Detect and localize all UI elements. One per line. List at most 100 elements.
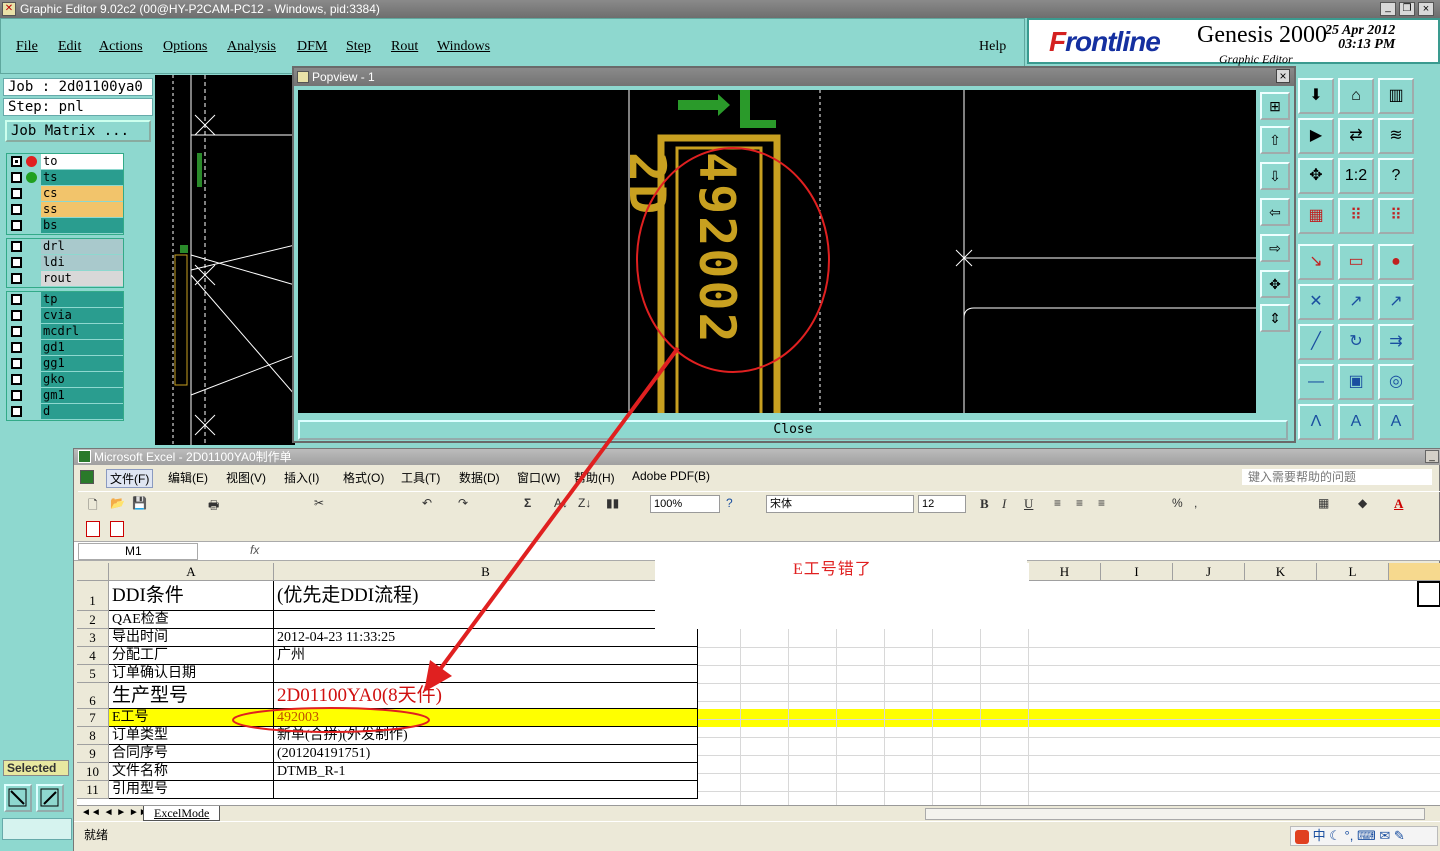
layer-name[interactable]: gm1 — [41, 388, 123, 403]
help-icon[interactable]: ? — [726, 496, 733, 510]
menu-windows[interactable]: Windows — [437, 39, 490, 55]
excel-menu-format[interactable]: 格式(O) — [343, 469, 384, 486]
job-matrix-button[interactable]: Job Matrix ... — [5, 120, 151, 142]
layer-checkbox[interactable] — [11, 172, 22, 183]
tool-button-icon[interactable]: ▦ — [1298, 198, 1334, 234]
cell-b[interactable]: 广州 — [274, 647, 698, 665]
cell-b[interactable]: 2D01100YA0(8天件) — [274, 683, 698, 709]
chart-wizard-icon[interactable]: ▮▮ — [606, 496, 619, 510]
tool-button-icon[interactable]: A — [1338, 404, 1374, 440]
layer-checkbox[interactable] — [11, 358, 22, 369]
font-color-icon[interactable]: A — [1394, 496, 1403, 512]
layer-checkbox[interactable] — [11, 326, 22, 337]
menu-rout[interactable]: Rout — [391, 39, 418, 55]
cell-a[interactable]: DDI条件 — [109, 581, 274, 611]
sort-descending-icon[interactable]: Z↓ — [578, 496, 591, 510]
cell-a[interactable]: QAE检查 — [109, 611, 274, 629]
tool-button-icon[interactable]: — — [1298, 364, 1334, 400]
cell-a[interactable]: 订单类型 — [109, 727, 274, 745]
excel-menu-insert[interactable]: 插入(I) — [284, 469, 319, 486]
layer-name[interactable]: ts — [41, 170, 123, 185]
tool-button-icon[interactable]: ⠿ — [1378, 198, 1414, 234]
align-center-icon[interactable]: ≡ — [1076, 496, 1083, 510]
column-header[interactable]: L — [1317, 563, 1389, 581]
cell-b[interactable]: DTMB_R-1 — [274, 763, 698, 781]
layer-name[interactable]: cvia — [41, 308, 123, 323]
menu-file[interactable]: File — [16, 39, 38, 55]
name-box[interactable]: M1 — [78, 543, 198, 560]
popview-close-button[interactable]: Close — [298, 420, 1288, 440]
menu-options[interactable]: Options — [163, 39, 207, 55]
menu-actions[interactable]: Actions — [99, 39, 143, 55]
row-header[interactable]: 7 — [77, 709, 109, 727]
zoom-combo[interactable]: 100% — [650, 495, 720, 513]
menu-help[interactable]: Help — [979, 39, 1006, 55]
horizontal-scrollbar[interactable] — [925, 808, 1425, 820]
excel-menu-adobe-pdf[interactable]: Adobe PDF(B) — [632, 469, 710, 483]
column-header[interactable]: A — [109, 563, 274, 581]
column-header[interactable]: I — [1101, 563, 1173, 581]
row-header[interactable]: 9 — [77, 745, 109, 763]
row-header[interactable]: 8 — [77, 727, 109, 745]
layer-name[interactable]: to — [41, 154, 123, 169]
open-icon[interactable]: 📂 — [110, 496, 125, 510]
excel-menu-file[interactable]: 文件(F) — [106, 469, 154, 488]
row-header[interactable]: 5 — [77, 665, 109, 683]
layer-checkbox[interactable] — [11, 374, 22, 385]
excel-menu-window[interactable]: 窗口(W) — [517, 469, 560, 486]
layer-checkbox[interactable] — [11, 406, 22, 417]
zoom-fit-button[interactable] — [36, 784, 64, 812]
tool-button-icon[interactable]: ▶ — [1298, 118, 1334, 154]
layer-checkbox[interactable] — [11, 310, 22, 321]
excel-menu-help[interactable]: 帮助(H) — [574, 469, 615, 486]
excel-minimize-icon[interactable]: _ — [1425, 450, 1439, 463]
row-header[interactable]: 1 — [77, 581, 109, 611]
cell-a[interactable]: 导出时间 — [109, 629, 274, 647]
layer-row[interactable]: mcdrl — [7, 324, 123, 340]
layer-name[interactable]: ldi — [41, 255, 123, 270]
tool-button-icon[interactable]: ? — [1378, 158, 1414, 194]
layer-name[interactable]: drl — [41, 239, 123, 254]
excel-menu-data[interactable]: 数据(D) — [459, 469, 500, 486]
new-icon[interactable]: 🗋 — [88, 496, 98, 517]
tool-button-icon[interactable]: ✕ — [1298, 284, 1334, 320]
cell-b[interactable] — [274, 781, 698, 799]
menu-analysis[interactable]: Analysis — [227, 39, 276, 55]
tool-button-icon[interactable]: ◎ — [1378, 364, 1414, 400]
layer-name[interactable]: gko — [41, 372, 123, 387]
fx-icon[interactable]: fx — [250, 543, 259, 557]
restore-icon[interactable]: ❐ — [1399, 2, 1415, 16]
tool-button-icon[interactable]: ⬇ — [1298, 78, 1334, 114]
zoom-box-button[interactable] — [4, 784, 32, 812]
tool-button-icon[interactable]: ⇉ — [1378, 324, 1414, 360]
save-icon[interactable]: 💾 — [132, 496, 147, 510]
cell-b[interactable]: 492003 — [274, 709, 698, 727]
borders-icon[interactable]: ▦ — [1318, 496, 1329, 510]
tool-button-icon[interactable]: ╱ — [1298, 324, 1334, 360]
close-icon[interactable]: × — [1418, 2, 1434, 16]
layer-checkbox[interactable] — [11, 390, 22, 401]
layer-name[interactable]: d — [41, 404, 123, 419]
layer-row[interactable]: ts — [7, 170, 123, 186]
menu-dfm[interactable]: DFM — [297, 39, 327, 55]
layer-name[interactable]: ss — [41, 202, 123, 217]
cell-b[interactable] — [274, 665, 698, 683]
font-size-combo[interactable]: 12 — [918, 495, 966, 513]
active-cell-m1[interactable] — [1417, 581, 1440, 607]
convert-to-pdf-icon[interactable] — [86, 521, 100, 537]
layer-row[interactable]: gg1 — [7, 356, 123, 372]
row-header[interactable]: 4 — [77, 647, 109, 665]
tool-button-icon[interactable]: ⌂ — [1338, 78, 1374, 114]
excel-menu-tools[interactable]: 工具(T) — [401, 469, 440, 486]
help-question-input[interactable]: 键入需要帮助的问题 — [1242, 469, 1432, 485]
column-header[interactable]: H — [1029, 563, 1101, 581]
corner-cell[interactable] — [77, 563, 109, 581]
layer-checkbox[interactable] — [11, 188, 22, 199]
comma-style-icon[interactable]: , — [1194, 496, 1197, 510]
layer-row[interactable]: drl — [7, 239, 123, 255]
tool-button-icon[interactable]: ▭ — [1338, 244, 1374, 280]
tool-button-icon[interactable]: ↘ — [1298, 244, 1334, 280]
tool-button-icon[interactable]: ● — [1378, 244, 1414, 280]
pop-zoom-fit-icon[interactable]: ✥ — [1260, 270, 1290, 298]
cut-icon[interactable]: ✂ — [314, 496, 324, 510]
